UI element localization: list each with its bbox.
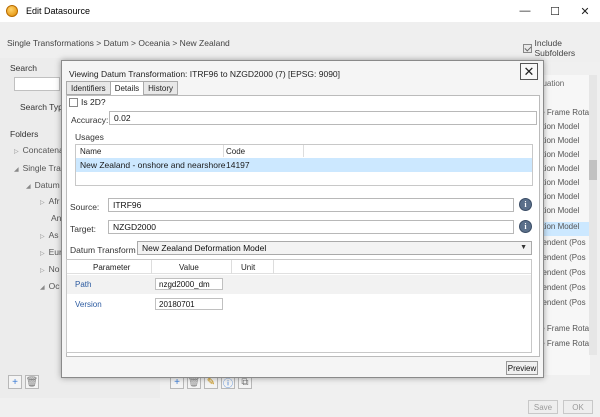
expand-icon[interactable]: ▷ <box>40 200 45 206</box>
tab-details[interactable]: Details <box>109 81 145 96</box>
expand-icon[interactable]: ▷ <box>40 268 45 274</box>
add-folder-button[interactable]: + <box>8 375 22 389</box>
include-subfolders-checkbox[interactable]: Include Subfolders <box>523 38 600 58</box>
column-header-code[interactable]: Code <box>226 147 245 156</box>
table-row[interactable]: Path nzgd2000_dm <box>67 275 531 294</box>
column-divider <box>303 145 304 157</box>
minimize-button[interactable]: — <box>510 0 540 22</box>
usages-table: Name Code New Zealand - onshore and near… <box>75 144 533 186</box>
tree-item[interactable]: ▷ No <box>40 264 60 274</box>
usage-name: New Zealand - onshore and nearshore <box>80 160 226 170</box>
is-2d-checkbox[interactable]: Is 2D? <box>69 97 106 107</box>
folder-toolbar: + 🗑 <box>8 375 39 389</box>
param-name[interactable]: Version <box>75 300 102 309</box>
column-divider <box>223 145 224 157</box>
column-divider <box>231 260 232 274</box>
parameters-header: Parameter Value Unit <box>67 260 531 274</box>
breadcrumb[interactable]: Single Transformations > Datum > Oceania… <box>7 38 230 48</box>
checkbox-icon[interactable] <box>523 43 532 53</box>
include-subfolders-label: Include Subfolders <box>534 38 576 58</box>
target-info-icon[interactable]: i <box>519 220 532 233</box>
delete-folder-button[interactable]: 🗑 <box>25 375 39 389</box>
save-button[interactable]: Save <box>528 400 558 414</box>
dialog-title: Viewing Datum Transformation: ITRF96 to … <box>69 69 341 79</box>
tree-item[interactable]: ▷ Eur <box>40 247 62 257</box>
parameters-table: Parameter Value Unit Path nzgd2000_dm Ve… <box>66 259 532 353</box>
tree-item[interactable]: ▷ As <box>40 230 59 240</box>
param-value-field[interactable]: nzgd2000_dm <box>155 278 223 290</box>
target-field[interactable]: NZGD2000 <box>108 220 514 234</box>
is-2d-label: Is 2D? <box>81 97 106 107</box>
preview-button[interactable]: Preview <box>506 361 538 375</box>
datum-transform-label: Datum Transform <box>70 245 136 255</box>
scrollbar-thumb[interactable] <box>589 160 597 180</box>
collapse-icon[interactable]: ◢ <box>40 285 45 291</box>
ok-button[interactable]: OK <box>563 400 593 414</box>
column-divider <box>151 260 152 274</box>
column-divider <box>273 260 274 274</box>
collapse-icon[interactable]: ◢ <box>26 184 31 190</box>
target-label: Target: <box>70 224 96 234</box>
close-window-button[interactable]: ✕ <box>570 0 600 22</box>
table-row-selected[interactable]: New Zealand - onshore and nearshore 1419… <box>76 158 532 172</box>
table-row[interactable]: Version 20180701 <box>67 295 531 314</box>
tree-item[interactable]: ◢ Datum <box>26 180 60 190</box>
param-name[interactable]: Path <box>75 280 91 289</box>
tree-item[interactable]: ◢ Oc <box>40 281 60 291</box>
expand-icon[interactable]: ▷ <box>40 234 45 240</box>
search-label: Search <box>10 63 37 73</box>
column-header-parameter[interactable]: Parameter <box>93 263 130 272</box>
maximize-button[interactable]: ☐ <box>540 0 570 22</box>
window-titlebar: Edit Datasource — ☐ ✕ <box>0 0 600 22</box>
tree-item[interactable]: An <box>51 213 61 223</box>
datum-transform-select[interactable]: New Zealand Deformation Model ▼ <box>137 241 532 255</box>
accuracy-field[interactable]: 0.02 <box>109 111 537 125</box>
collapse-icon[interactable]: ◢ <box>14 167 19 173</box>
tree-item[interactable]: ◢ Single Tra <box>14 163 61 173</box>
column-header-name[interactable]: Name <box>80 147 101 156</box>
param-value-field[interactable]: 20180701 <box>155 298 223 310</box>
tab-history[interactable]: History <box>143 81 179 95</box>
search-input[interactable] <box>14 77 60 91</box>
source-field[interactable]: ITRF96 <box>108 198 514 212</box>
column-header-unit[interactable]: Unit <box>241 263 255 272</box>
tab-identifiers[interactable]: Identifiers <box>66 81 111 95</box>
usage-code: 14197 <box>226 160 250 170</box>
source-label: Source: <box>70 202 100 212</box>
tree-item[interactable]: ▷ Afr <box>40 196 60 206</box>
app-icon <box>6 5 18 17</box>
dialog-close-button[interactable]: ✕ <box>520 63 538 80</box>
source-info-icon[interactable]: i <box>519 198 532 211</box>
expand-icon[interactable]: ▷ <box>40 251 45 257</box>
tree-item[interactable]: ▷ Concatena <box>14 145 64 155</box>
datum-transformation-dialog: Viewing Datum Transformation: ITRF96 to … <box>61 60 544 378</box>
checkbox-icon[interactable] <box>69 97 78 107</box>
dialog-tabs: Identifiers Details History <box>66 81 179 96</box>
folders-label: Folders <box>10 129 39 139</box>
column-header-value[interactable]: Value <box>179 263 199 272</box>
datum-transform-value: New Zealand Deformation Model <box>142 243 267 253</box>
list-scrollbar[interactable] <box>589 75 597 355</box>
window-title: Edit Datasource <box>26 6 91 16</box>
chevron-down-icon[interactable]: ▼ <box>520 244 527 251</box>
expand-icon[interactable]: ▷ <box>14 149 19 155</box>
usages-label: Usages <box>75 132 104 142</box>
accuracy-label: Accuracy: <box>71 115 109 125</box>
